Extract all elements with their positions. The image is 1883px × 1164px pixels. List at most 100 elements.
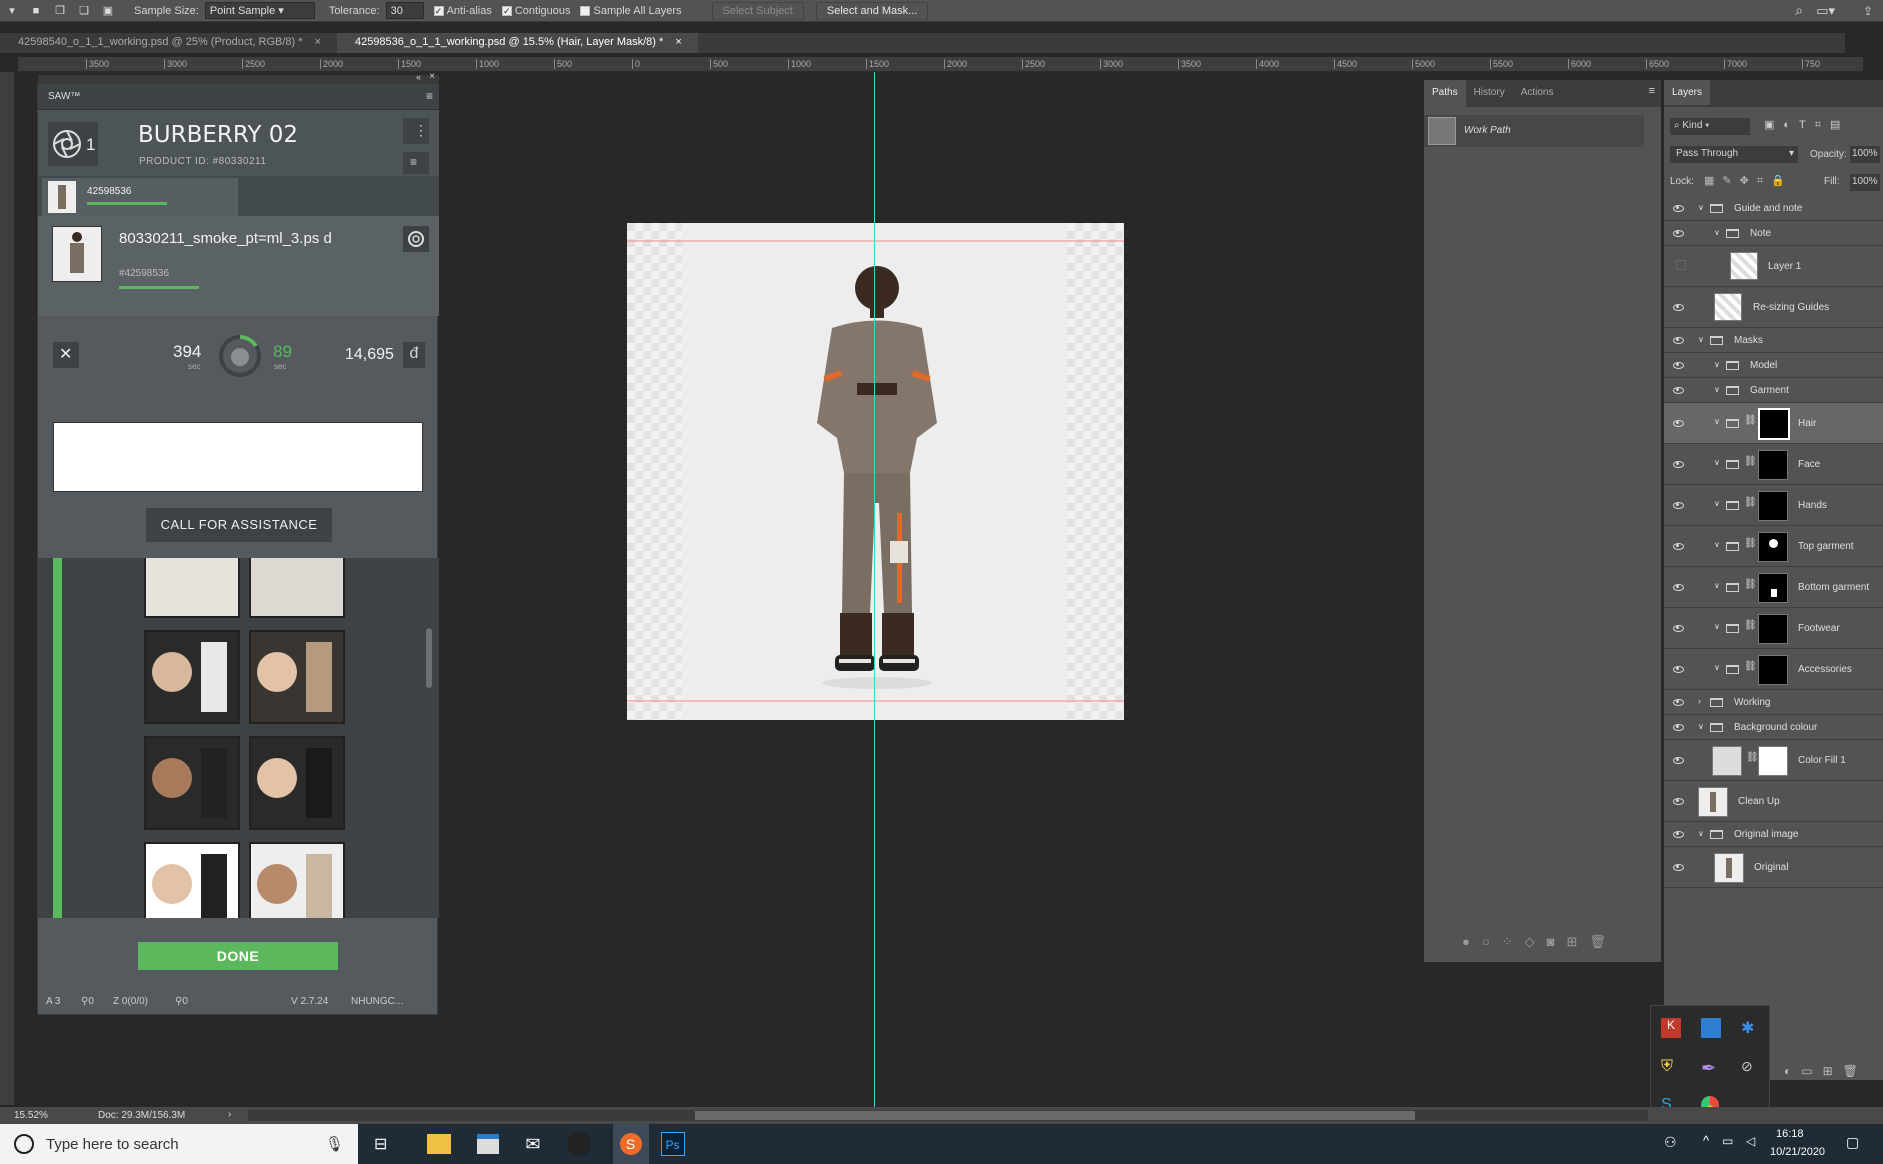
reference-image[interactable] — [144, 736, 240, 830]
done-button[interactable]: DONE — [138, 942, 338, 970]
tool-preset-icon[interactable]: ▾ — [3, 3, 21, 19]
chevron-down-icon[interactable]: ∨ — [1698, 203, 1704, 212]
eye-icon[interactable] — [1673, 798, 1684, 805]
vertical-guide[interactable] — [874, 72, 875, 1107]
feather-icon[interactable]: ✒ — [1701, 1058, 1716, 1079]
layer-row[interactable]: ∨ Garment — [1664, 378, 1883, 403]
reference-image[interactable] — [249, 630, 345, 724]
mail-icon[interactable]: ✉ — [525, 1134, 540, 1155]
layer-row[interactable]: ∨ Masks — [1664, 328, 1883, 353]
taskbar-search[interactable]: Type here to search 🎙 — [0, 1124, 358, 1164]
mask-thumbnail[interactable] — [1758, 573, 1788, 603]
chevron-down-icon[interactable]: ∨ — [1698, 722, 1704, 731]
chevron-down-icon[interactable]: ∨ — [1714, 360, 1720, 369]
scrollbar-thumb[interactable] — [695, 1111, 1415, 1120]
mask-thumbnail[interactable] — [1758, 532, 1788, 562]
reference-image[interactable] — [144, 630, 240, 724]
new-path-icon[interactable]: ⊞ — [1566, 934, 1577, 956]
eye-icon[interactable] — [1673, 304, 1684, 311]
workspace-icon[interactable]: ▭▾ — [1816, 3, 1835, 19]
tab-paths[interactable]: Paths — [1424, 80, 1466, 107]
trash-icon[interactable]: 🗑 — [1843, 1064, 1858, 1082]
eye-icon[interactable] — [1673, 502, 1684, 509]
mask-thumbnail[interactable] — [1758, 408, 1790, 440]
list-button[interactable]: ≡ — [403, 152, 429, 174]
layer-row[interactable]: ∨ Original image — [1664, 822, 1883, 847]
eye-icon[interactable] — [1673, 831, 1684, 838]
notification-icon[interactable]: ▢ — [1846, 1134, 1859, 1151]
subtract-selection-icon[interactable]: ❏ — [75, 3, 93, 19]
eye-icon[interactable] — [1673, 420, 1684, 427]
menu-icon[interactable]: ≡ — [426, 89, 433, 103]
layer-row[interactable]: ∨ ⛓ Accessories — [1664, 649, 1883, 690]
layer-row[interactable]: ∨ Note — [1664, 221, 1883, 246]
mask-thumbnail[interactable] — [1758, 450, 1788, 480]
layer-row[interactable]: ⛓ Color Fill 1 — [1664, 740, 1883, 781]
layer-row[interactable]: ∨ ⛓ Top garment — [1664, 526, 1883, 567]
blend-mode-select[interactable]: Pass Through ▾ — [1670, 146, 1798, 163]
chevron-down-icon[interactable]: ∨ — [1714, 417, 1720, 426]
reference-image[interactable] — [144, 842, 240, 918]
layer-row[interactable]: ∨ Background colour — [1664, 715, 1883, 740]
share-icon[interactable]: ⇪ — [1863, 4, 1873, 18]
panel-menu-icon[interactable]: ≡ — [1649, 85, 1655, 97]
zoom-level[interactable]: 15.52% — [14, 1110, 48, 1121]
eye-icon[interactable] — [1673, 724, 1684, 731]
close-icon[interactable]: × — [675, 36, 681, 48]
photoshop-icon[interactable]: Ps — [660, 1132, 685, 1156]
select-and-mask-button[interactable]: Select and Mask... — [815, 1, 929, 20]
reference-image[interactable] — [249, 736, 345, 830]
add-mask-icon[interactable]: ◙ — [1547, 934, 1555, 956]
document-canvas[interactable] — [627, 223, 1124, 720]
network-icon[interactable]: ▭ — [1722, 1134, 1733, 1148]
chevron-down-icon[interactable]: ∨ — [1714, 540, 1720, 549]
eye-icon[interactable] — [1673, 757, 1684, 764]
people-icon[interactable]: ⚇ — [1664, 1134, 1677, 1151]
chevron-up-icon[interactable]: ^ — [1703, 1133, 1709, 1148]
eye-icon[interactable] — [1673, 387, 1684, 394]
layer-row[interactable]: ∨ ⛓ Bottom garment — [1664, 567, 1883, 608]
eye-icon[interactable] — [1673, 543, 1684, 550]
lock-icons[interactable]: ▦✎✥⌗🔒 — [1704, 174, 1793, 188]
layer-row[interactable]: ∨ ⛓ Face — [1664, 444, 1883, 485]
make-path-icon[interactable]: ◇ — [1525, 934, 1535, 956]
chevron-down-icon[interactable]: ∨ — [1714, 499, 1720, 508]
filter-icons[interactable]: ▣◐T⌗▤ — [1764, 118, 1849, 132]
add-selection-icon[interactable]: ❐ — [51, 3, 69, 19]
mask-thumbnail[interactable] — [1758, 614, 1788, 644]
sync-off-icon[interactable]: ⊘ — [1741, 1058, 1753, 1075]
fill-input[interactable]: 100% — [1850, 174, 1880, 191]
volume-icon[interactable]: ◁ — [1746, 1134, 1755, 1148]
reference-image[interactable] — [249, 842, 345, 918]
chevron-down-icon[interactable]: ∨ — [1714, 228, 1720, 237]
layer-row[interactable]: Re-sizing Guides — [1664, 287, 1883, 328]
job-tab[interactable]: 42598536 — [42, 178, 238, 216]
tab-actions[interactable]: Actions — [1513, 80, 1562, 107]
eye-icon[interactable] — [1673, 584, 1684, 591]
chevron-down-icon[interactable]: ∨ — [1714, 581, 1720, 590]
tools-button[interactable]: ✕ — [53, 342, 79, 368]
tab-document-2[interactable]: 42598536_o_1_1_working.psd @ 15.5% (Hair… — [336, 33, 698, 53]
chevron-down-icon[interactable]: ∨ — [1714, 622, 1720, 631]
clock-date[interactable]: 10/21/2020 — [1770, 1146, 1825, 1158]
select-subject-button[interactable]: Select Subject — [711, 1, 804, 20]
skype-taskbar-icon[interactable]: S — [612, 1124, 649, 1164]
clock-time[interactable]: 16:18 — [1776, 1128, 1804, 1140]
eye-icon[interactable] — [1673, 625, 1684, 632]
tab-document-1[interactable]: 42598540_o_1_1_working.psd @ 25% (Produc… — [0, 33, 337, 53]
antivirus-icon[interactable]: K — [1661, 1018, 1681, 1038]
task-view-icon[interactable]: ⊟ — [374, 1134, 387, 1154]
eye-icon[interactable] — [1673, 864, 1684, 871]
layer-row[interactable]: ∨ Guide and note — [1664, 196, 1883, 221]
mask-thumbnail[interactable] — [1758, 746, 1788, 776]
note-textarea[interactable] — [53, 422, 423, 492]
new-layer-icon[interactable]: ⊞ — [1823, 1064, 1833, 1082]
store-icon[interactable] — [477, 1134, 500, 1154]
chevron-down-icon[interactable]: ∨ — [1714, 458, 1720, 467]
chevron-down-icon[interactable]: ∨ — [1698, 829, 1704, 838]
layer-row[interactable]: ∨ ⛓ Hands — [1664, 485, 1883, 526]
close-icon[interactable]: × — [429, 71, 435, 82]
reference-image[interactable] — [249, 558, 345, 618]
eye-icon[interactable] — [1673, 205, 1684, 212]
eye-icon[interactable] — [1673, 337, 1684, 344]
